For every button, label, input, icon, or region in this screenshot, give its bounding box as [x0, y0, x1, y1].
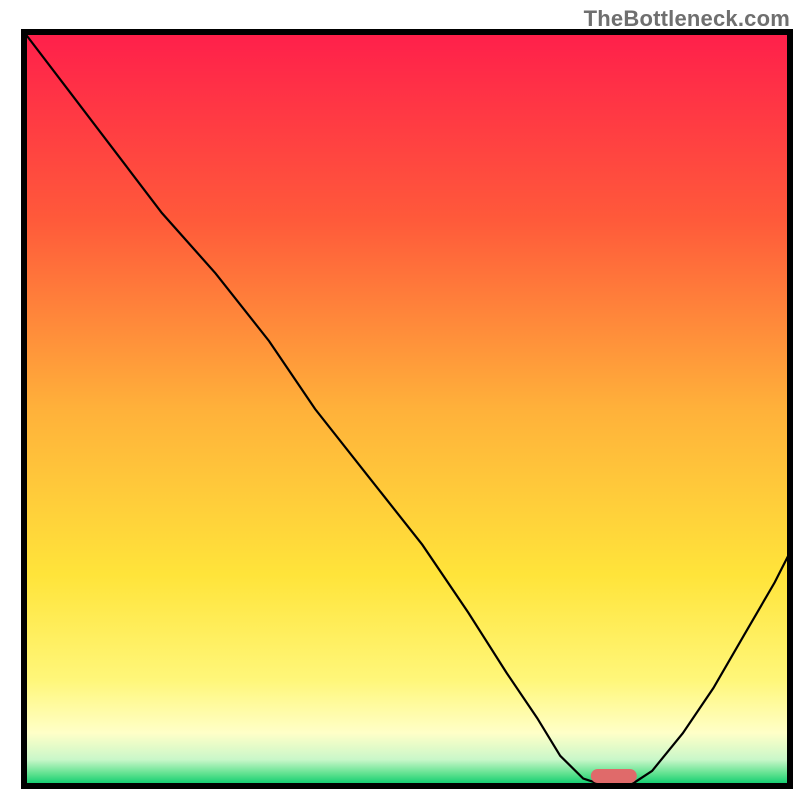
- optimal-marker: [591, 769, 637, 783]
- plot-background: [24, 32, 790, 786]
- chart-canvas: [0, 0, 800, 800]
- bottleneck-chart: TheBottleneck.com: [0, 0, 800, 800]
